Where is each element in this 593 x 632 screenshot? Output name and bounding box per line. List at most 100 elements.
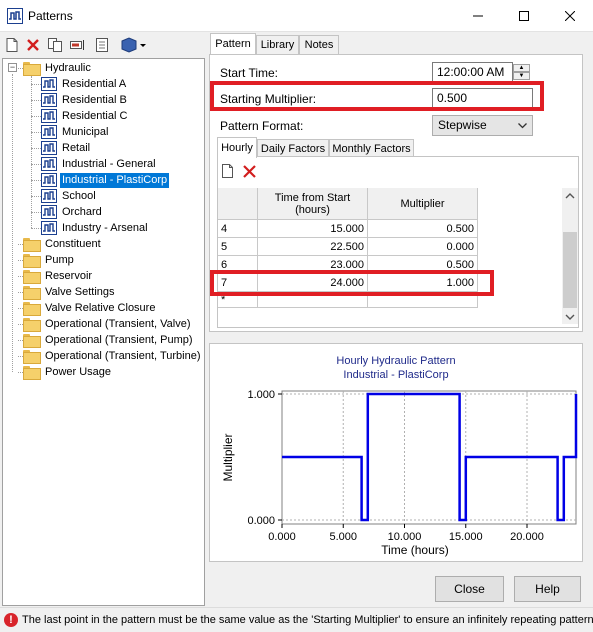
tab-hourly[interactable]: Hourly: [217, 137, 257, 158]
tree-line: [18, 372, 23, 373]
scroll-thumb[interactable]: [563, 232, 577, 308]
maximize-button[interactable]: [501, 0, 547, 32]
tree-item-industry-arsenal[interactable]: Industry - Arsenal: [41, 220, 150, 236]
grid-empty-area: [478, 188, 562, 308]
multiplier-cell[interactable]: 0.500: [368, 256, 478, 274]
tab-library[interactable]: Library: [256, 35, 299, 54]
pattern-app-icon: [7, 8, 23, 24]
time-cell[interactable]: 23.000: [258, 256, 368, 274]
start-time-label: Start Time:: [220, 66, 279, 80]
tree-item-orchard[interactable]: Orchard: [41, 204, 104, 220]
multiplier-cell[interactable]: 0.500: [368, 220, 478, 238]
pattern-icon: [41, 93, 57, 107]
rename-icon[interactable]: [70, 37, 86, 53]
tree-line: [31, 196, 41, 197]
tree-item-label: Pump: [45, 253, 74, 266]
add-row-icon[interactable]: [221, 163, 235, 179]
tree-item-pump[interactable]: Pump: [23, 252, 76, 268]
scroll-up-icon[interactable]: [565, 193, 575, 199]
tree-item-municipal[interactable]: Municipal: [41, 124, 110, 140]
x-tick-label: 0.000: [268, 531, 296, 543]
tab-notes[interactable]: Notes: [299, 35, 339, 54]
y-axis-label: Multiplier: [221, 433, 235, 481]
tree-line: [18, 308, 23, 309]
tree-item-operational-transient-turbine[interactable]: Operational (Transient, Turbine): [23, 348, 203, 364]
tree-item-label: Orchard: [62, 205, 102, 218]
pattern-icon: [41, 205, 57, 219]
tree-item-operational-transient-pump[interactable]: Operational (Transient, Pump): [23, 332, 195, 348]
tree-line: [18, 68, 23, 69]
tree-item-residential-b[interactable]: Residential B: [41, 92, 129, 108]
tree-line: [31, 132, 41, 133]
pattern-icon: [41, 221, 57, 235]
folder-icon: [23, 350, 41, 364]
tree-line: [18, 244, 23, 245]
chevron-down-icon: [518, 123, 527, 129]
y-tick-label: 0.000: [247, 515, 275, 527]
time-header-line1: Time from Start: [274, 191, 351, 204]
multiplier-cell[interactable]: 0.000: [368, 238, 478, 256]
multiplier-header[interactable]: Multiplier: [368, 188, 478, 220]
close-button[interactable]: Close: [435, 576, 504, 602]
pattern-format-select[interactable]: Stepwise: [432, 115, 533, 136]
grid-corner: [218, 188, 258, 220]
tree-item-industrial-plasticorp[interactable]: Industrial - PlastiCorp: [41, 172, 170, 188]
folder-icon: [23, 302, 41, 316]
tree-line: [31, 180, 41, 181]
tree-line: [12, 74, 13, 372]
start-time-field[interactable]: 12:00:00 AM: [432, 62, 513, 82]
tree-item-reservoir[interactable]: Reservoir: [23, 268, 94, 284]
window-title: Patterns: [28, 9, 73, 23]
spin-up-icon[interactable]: ▲: [513, 64, 530, 72]
delete-row-icon[interactable]: [242, 164, 257, 179]
tree-item-residential-c[interactable]: Residential C: [41, 108, 129, 124]
time-cell[interactable]: 22.500: [258, 238, 368, 256]
grid-scrollbar[interactable]: [562, 188, 578, 324]
report-icon[interactable]: [94, 37, 110, 53]
tree-line: [18, 276, 23, 277]
collapse-icon[interactable]: −: [8, 63, 17, 72]
x-tick-label: 5.000: [329, 531, 357, 543]
duplicate-icon[interactable]: [47, 37, 63, 53]
tree-item-hydraulic[interactable]: Hydraulic: [23, 60, 93, 76]
minimize-button[interactable]: [455, 0, 501, 32]
library-dropdown-icon[interactable]: [120, 37, 148, 53]
close-window-button[interactable]: [547, 0, 593, 32]
tree-line: [18, 260, 23, 261]
time-cell[interactable]: 15.000: [258, 220, 368, 238]
tree-item-power-usage[interactable]: Power Usage: [23, 364, 113, 380]
start-time-spinner[interactable]: ▲ ▼: [513, 64, 530, 80]
tree-item-operational-transient-valve[interactable]: Operational (Transient, Valve): [23, 316, 193, 332]
tree-item-industrial-general[interactable]: Industrial - General: [41, 156, 158, 172]
tree-item-constituent[interactable]: Constituent: [23, 236, 103, 252]
tree-item-residential-a[interactable]: Residential A: [41, 76, 128, 92]
pattern-tree[interactable]: Hydraulic Residential A Residential B Resid…: [2, 58, 205, 606]
pattern-icon: [41, 109, 57, 123]
new-multiplier-cell[interactable]: [368, 292, 478, 308]
pattern-grid[interactable]: Time from Start (hours) Multiplier 4 15.…: [218, 188, 562, 308]
tab-pattern[interactable]: Pattern: [210, 33, 256, 54]
x-axis-label: Time (hours): [381, 543, 449, 557]
starting-multiplier-field[interactable]: 0.500: [432, 88, 533, 108]
new-icon[interactable]: [4, 37, 20, 53]
help-button[interactable]: Help: [514, 576, 581, 602]
delete-icon[interactable]: [25, 37, 41, 53]
tree-item-retail[interactable]: Retail: [41, 140, 92, 156]
tree-item-label: Industry - Arsenal: [62, 221, 148, 234]
tree-item-valve-settings[interactable]: Valve Settings: [23, 284, 117, 300]
new-time-cell[interactable]: [258, 292, 368, 308]
scroll-down-icon[interactable]: [565, 314, 575, 320]
folder-icon: [23, 366, 41, 380]
tree-line: [31, 228, 41, 229]
tree-item-label: Valve Relative Closure: [45, 301, 156, 314]
y-tick-label: 1.000: [247, 389, 275, 401]
time-from-start-header[interactable]: Time from Start (hours): [258, 188, 368, 220]
title-bar: Patterns: [0, 0, 593, 32]
tree-item-school[interactable]: School: [41, 188, 98, 204]
time-cell[interactable]: 24.000: [258, 274, 368, 292]
tree-item-label: Reservoir: [45, 269, 93, 282]
spin-down-icon[interactable]: ▼: [513, 72, 530, 80]
tree-item-valve-relative-closure[interactable]: Valve Relative Closure: [23, 300, 157, 316]
tree-item-label: Valve Settings: [45, 285, 115, 298]
multiplier-cell[interactable]: 1.000: [368, 274, 478, 292]
